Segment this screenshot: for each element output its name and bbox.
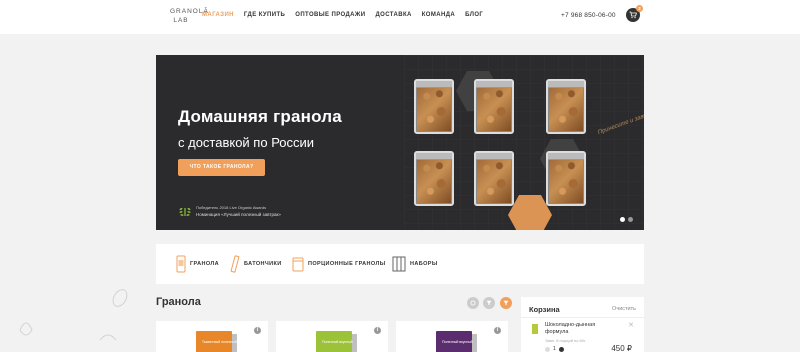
refresh-button[interactable] <box>467 297 479 309</box>
product-box-label: Тыквенный полезный <box>202 340 237 344</box>
cart-count-badge: 2 <box>636 5 643 12</box>
granola-packs-image <box>408 71 628 230</box>
filter-icon <box>486 300 492 306</box>
info-icon[interactable]: i <box>494 327 501 334</box>
slider-dot-2[interactable] <box>628 217 633 222</box>
cart-title: Корзина <box>529 305 560 314</box>
nav-item-where-to-buy[interactable]: ГДЕ КУПИТЬ <box>244 12 285 18</box>
award-line1: Победитель 2018 Live Organic Awards <box>196 205 267 210</box>
clear-cart-button[interactable]: Очистить <box>612 306 636 312</box>
remove-item-icon[interactable]: ✕ <box>628 321 634 329</box>
hero-subtitle: с доставкой по России <box>178 135 315 150</box>
cart-item-price: 450 ₽ <box>611 344 632 352</box>
slider-dots <box>620 217 633 222</box>
category-label: БАТОНЧИКИ <box>244 261 282 267</box>
cart-item-thumbnail <box>532 324 538 334</box>
granola-pack <box>546 151 586 206</box>
cart-icon <box>629 11 637 19</box>
granola-pack <box>474 79 514 134</box>
phone-number[interactable]: +7 968 850-06-00 <box>561 12 616 19</box>
product-card[interactable]: i Полезный вкусный <box>396 321 508 352</box>
product-box-image: Тыквенный полезный <box>196 331 237 352</box>
refresh-icon <box>470 300 476 306</box>
granola-pack <box>546 79 586 134</box>
nav-item-delivery[interactable]: ДОСТАВКА <box>375 12 411 18</box>
granola-pack-icon <box>176 255 186 273</box>
quantity-stepper[interactable]: 1 <box>545 346 564 352</box>
granola-pack <box>414 151 454 206</box>
divider <box>521 317 644 318</box>
increase-button[interactable] <box>558 346 564 352</box>
product-box-image: Полезный вкусный <box>436 331 477 352</box>
product-card[interactable]: i Тыквенный полезный <box>156 321 268 352</box>
main-nav: МАГАЗИН ГДЕ КУПИТЬ ОПТОВЫЕ ПРОДАЖИ ДОСТА… <box>202 12 483 18</box>
nav-item-wholesale[interactable]: ОПТОВЫЕ ПРОДАЖИ <box>295 12 365 18</box>
decrease-button[interactable] <box>545 346 550 352</box>
logo-line1: GRANOLĀ <box>170 8 209 15</box>
nav-item-shop[interactable]: МАГАЗИН <box>202 12 234 18</box>
nav-item-blog[interactable]: БЛОГ <box>465 12 483 18</box>
sort-button[interactable] <box>500 297 512 309</box>
logo[interactable]: GRANOLĀ LAB <box>170 7 209 25</box>
category-label: ГРАНОЛА <box>190 261 220 267</box>
cart-item-name-line2: формула <box>545 329 569 335</box>
product-card[interactable]: i Полезный вкусный <box>276 321 388 352</box>
laurel-icon <box>179 207 191 216</box>
info-icon[interactable]: i <box>254 327 261 334</box>
category-label: НАБОРЫ <box>410 261 438 267</box>
product-box-label: Полезный вкусный <box>442 340 473 344</box>
hero-banner: Домашняя гранола с доставкой по России Ч… <box>156 55 644 230</box>
site-header: GRANOLĀ LAB МАГАЗИН ГДЕ КУПИТЬ ОПТОВЫЕ П… <box>0 0 800 34</box>
award-badge: Победитель 2018 Live Organic Awards Номи… <box>178 203 308 221</box>
granola-pack <box>414 79 454 134</box>
sort-icon <box>503 300 509 306</box>
filter-button[interactable] <box>483 297 495 309</box>
category-label: ПОРЦИОННЫЕ ГРАНОЛЫ <box>308 261 386 267</box>
cart-item-name-line1: Шоколадно-дынная <box>545 322 596 328</box>
cart-panel: Корзина Очистить Шоколадно-дынная формул… <box>521 297 644 352</box>
info-icon[interactable]: i <box>374 327 381 334</box>
award-line2: Номинация «Лучший полезный завтрак» <box>196 212 281 217</box>
gift-box-icon <box>392 256 406 272</box>
logo-line2: LAB <box>173 17 189 24</box>
granola-pack <box>474 151 514 206</box>
nav-item-team[interactable]: КОМАНДА <box>422 12 455 18</box>
section-title: Гранола <box>156 296 201 308</box>
decorative-doodles <box>19 289 128 341</box>
what-is-granola-button[interactable]: ЧТО ТАКОЕ ГРАНОЛА? <box>178 159 265 176</box>
slider-dot-1[interactable] <box>620 217 625 222</box>
portion-pack-icon <box>292 257 304 272</box>
hero-title: Домашняя гранола <box>178 107 342 126</box>
cart-item-description: Эквл. 8 порций по 60г <box>545 338 586 343</box>
category-bar: ГРАНОЛА БАТОНЧИКИ ПОРЦИОННЫЕ ГРАНОЛЫ НАБ… <box>156 244 644 284</box>
bar-icon <box>230 255 240 273</box>
product-box-image: Полезный вкусный <box>316 331 357 352</box>
product-box-label: Полезный вкусный <box>322 340 353 344</box>
cart-item-name: Шоколадно-дынная формула <box>545 322 595 336</box>
quantity-value: 1 <box>553 346 556 352</box>
